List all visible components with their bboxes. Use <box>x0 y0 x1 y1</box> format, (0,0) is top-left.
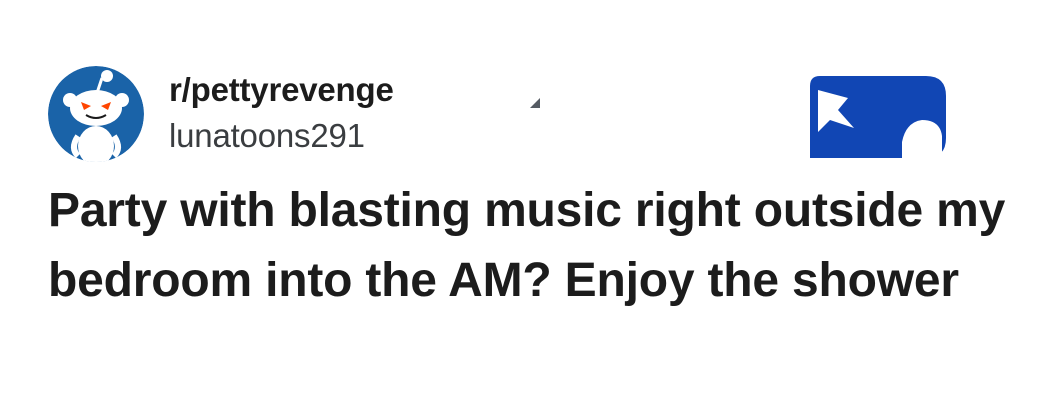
triangle-icon <box>530 98 540 108</box>
subreddit-link[interactable]: r/pettyrevenge <box>169 70 394 110</box>
post-meta: r/pettyrevenge lunatoons291 <box>169 70 394 156</box>
badge-icon[interactable] <box>810 76 946 158</box>
snoo-avatar-icon[interactable] <box>48 66 144 162</box>
post-title[interactable]: Party with blasting music right outside … <box>48 176 1008 316</box>
username-link[interactable]: lunatoons291 <box>169 116 394 156</box>
